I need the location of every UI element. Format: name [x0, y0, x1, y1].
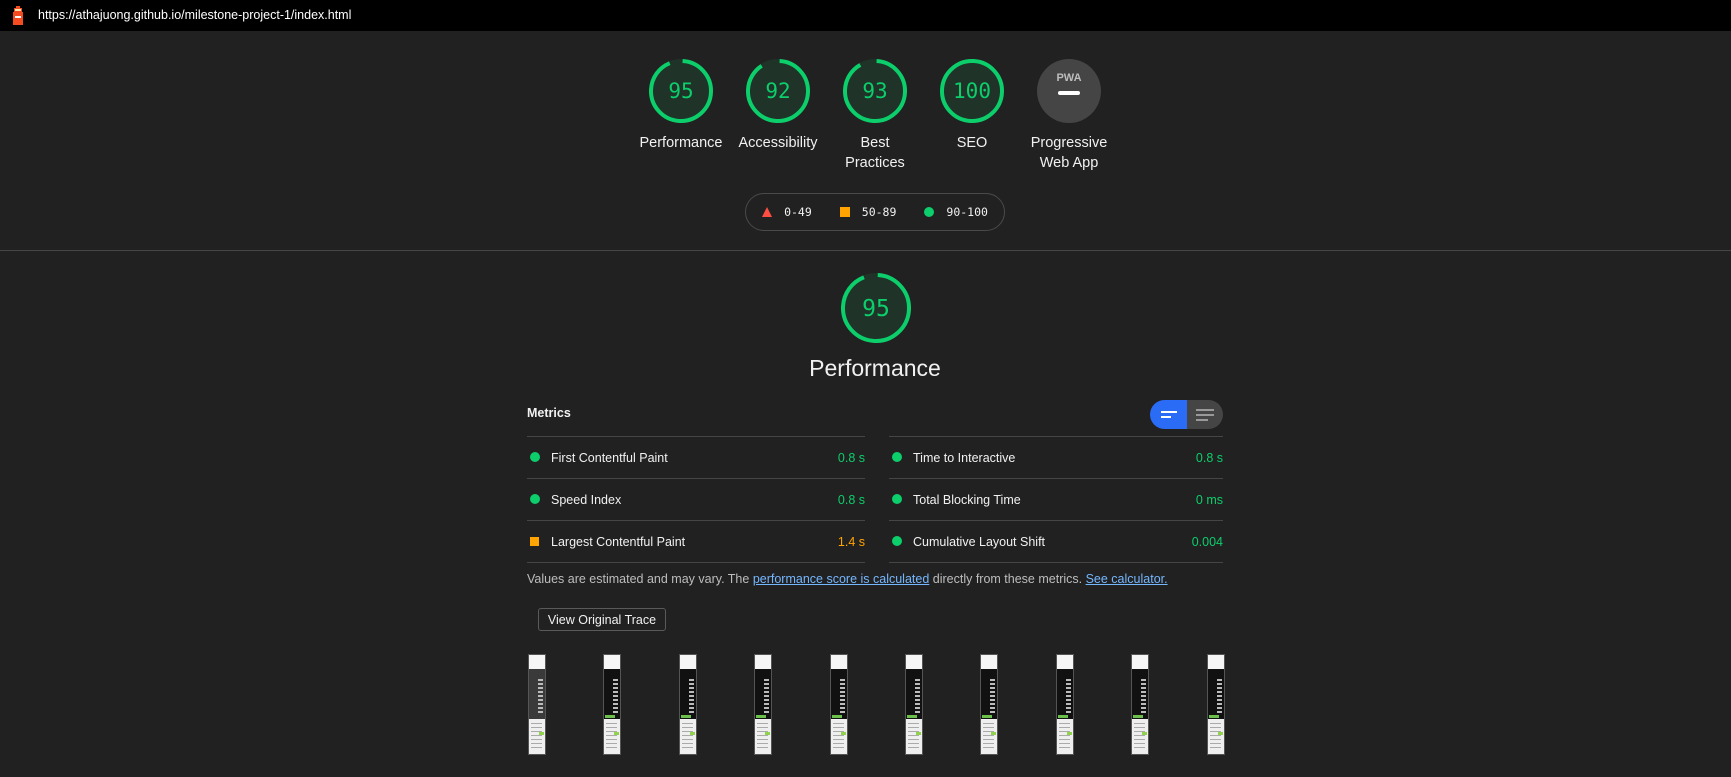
gauge-label: Best Practices [845, 135, 905, 171]
gauge-score: 93 [862, 79, 887, 103]
url-bar: https://athajuong.github.io/milestone-pr… [0, 0, 1731, 31]
list-icon [1196, 408, 1214, 411]
metric-name: Largest Contentful Paint [551, 534, 686, 549]
gauge-label: SEO [956, 135, 988, 151]
gauge-label: Accessibility [738, 135, 818, 151]
lines-icon [1160, 411, 1177, 413]
metric-value: 0.8 s [837, 492, 865, 507]
metric-value: 0.8 s [837, 450, 865, 465]
legend-range: 90-100 [946, 205, 988, 219]
gauge-score: 100 [953, 79, 991, 103]
pwa-badge-text: PWA [1056, 72, 1081, 84]
pass-circle-icon [530, 452, 540, 462]
filmstrip-frame [980, 654, 999, 755]
gauge-seo[interactable]: 100 SEO [922, 57, 1022, 153]
metric-name: Speed Index [551, 492, 622, 507]
gauge-performance[interactable]: 95 Performance [631, 57, 731, 153]
performance-score-gauge: 95 [841, 272, 911, 343]
legend-range: 50-89 [861, 205, 897, 219]
pass-circle-icon [892, 494, 902, 504]
gauge-accessibility[interactable]: 92 Accessibility [728, 57, 828, 153]
triangle-icon [762, 207, 773, 217]
score-calculated-link[interactable]: performance score is calculated [753, 572, 929, 586]
score-gauge-best-practices: 93 [843, 58, 907, 123]
pass-circle-icon [892, 452, 902, 462]
average-square-icon [530, 537, 539, 546]
section-divider [0, 250, 1731, 251]
gauge-score: 92 [765, 79, 790, 103]
gauge-score: 95 [862, 296, 890, 322]
legend-item-average: 50-89 [839, 205, 897, 219]
filmstrip-frame [1055, 654, 1074, 755]
filmstrip-frame [829, 654, 848, 755]
filmstrip-frame [1131, 654, 1150, 755]
metric-name: Time to Interactive [913, 450, 1016, 465]
expanded-view-button[interactable] [1187, 400, 1223, 429]
metric-value: 1.4 s [837, 534, 865, 549]
metrics-heading: Metrics [527, 406, 571, 420]
circle-icon [924, 207, 935, 217]
note-text: Values are estimated and may vary. The [527, 572, 753, 586]
view-original-trace-button[interactable]: View Original Trace [538, 608, 666, 631]
metric-row[interactable]: Total Blocking Time 0 ms [889, 478, 1223, 520]
gauge-label: Performance [639, 135, 723, 151]
filmstrip-frame [905, 654, 923, 755]
legend-item-fail: 0-49 [762, 205, 812, 219]
score-gauge-accessibility: 92 [746, 58, 810, 123]
filmstrip-frame [678, 654, 697, 755]
metric-value: 0 ms [1195, 492, 1223, 507]
legend-range: 0-49 [784, 205, 812, 219]
metrics-column-right: Time to Interactive 0.8 s Total Blocking… [889, 436, 1223, 563]
filmstrip-frame [754, 654, 773, 755]
see-calculator-link[interactable]: See calculator. [1086, 572, 1168, 586]
metric-row[interactable]: Time to Interactive 0.8 s [889, 436, 1223, 478]
pass-circle-icon [892, 536, 902, 546]
gauge-pwa[interactable]: PWA Progressive Web App [1019, 57, 1119, 173]
metrics-column-left: First Contentful Paint 0.8 s Speed Index… [527, 436, 865, 563]
dash-icon [1058, 91, 1080, 95]
metric-name: First Contentful Paint [551, 450, 668, 465]
filmstrip-frame [1206, 654, 1225, 755]
gauge-score: 95 [668, 79, 693, 103]
lighthouse-icon [13, 6, 23, 25]
metric-value: 0.8 s [1195, 450, 1223, 465]
page-url: https://athajuong.github.io/milestone-pr… [38, 8, 352, 22]
metrics-view-toggle[interactable] [1150, 400, 1223, 429]
compact-view-button[interactable] [1150, 400, 1187, 429]
gauge-best-practices[interactable]: 93 Best Practices [825, 57, 925, 173]
metrics-note: Values are estimated and may vary. The p… [527, 572, 1168, 586]
score-gauge-seo: 100 [940, 58, 1004, 123]
metric-name: Cumulative Layout Shift [913, 534, 1046, 549]
metric-row[interactable]: Speed Index 0.8 s [527, 478, 865, 520]
legend-item-pass: 90-100 [924, 205, 988, 219]
pwa-badge-icon: PWA [1037, 59, 1101, 123]
gauge-label: Progressive Web App [1030, 135, 1108, 171]
pass-circle-icon [530, 494, 540, 504]
score-legend: 0-49 50-89 90-100 [745, 193, 1005, 231]
note-text: directly from these metrics. [929, 572, 1086, 586]
metric-value: 0.004 [1191, 534, 1223, 549]
metric-name: Total Blocking Time [913, 492, 1021, 507]
section-title: Performance [809, 355, 941, 381]
metric-row[interactable]: First Contentful Paint 0.8 s [527, 436, 865, 478]
filmstrip-frame [603, 654, 622, 755]
filmstrip-frame [528, 654, 546, 755]
square-icon [839, 207, 850, 217]
metric-row[interactable]: Cumulative Layout Shift 0.004 [889, 520, 1223, 563]
score-gauge-performance: 95 [649, 58, 713, 123]
metric-row[interactable]: Largest Contentful Paint 1.4 s [527, 520, 865, 563]
